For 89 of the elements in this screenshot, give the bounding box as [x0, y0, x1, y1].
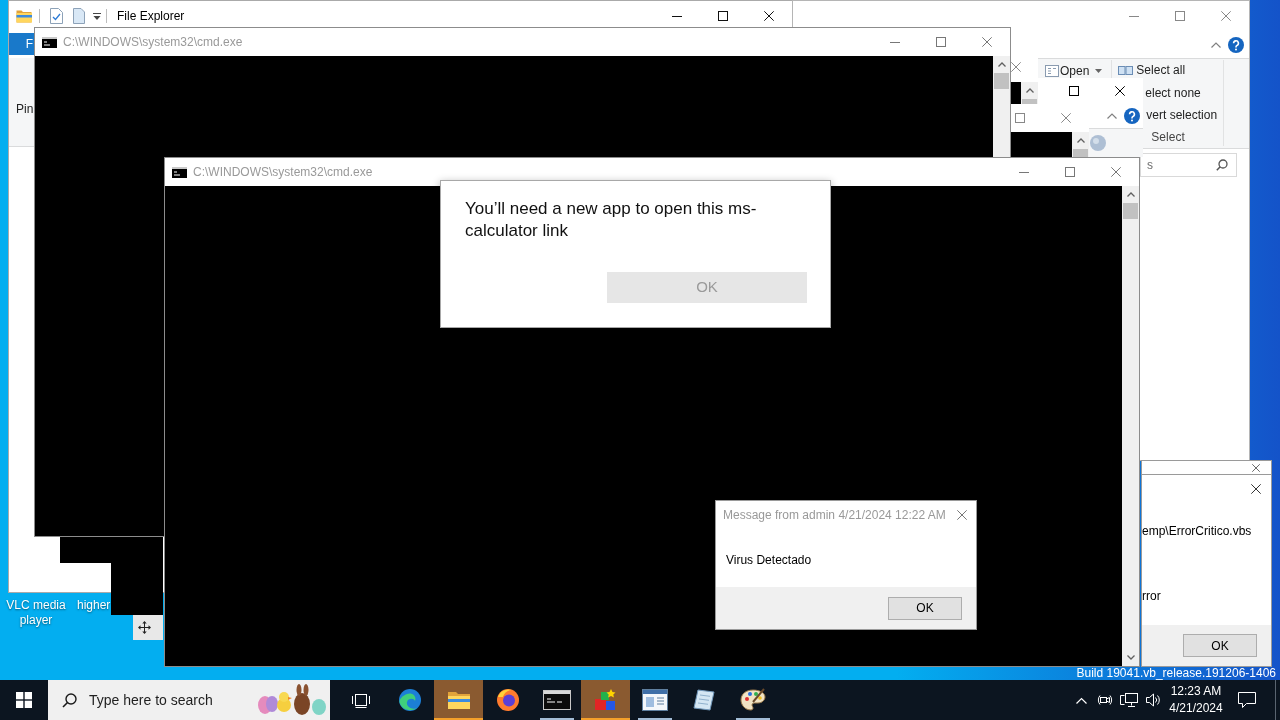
page-icon[interactable] — [73, 8, 85, 24]
window-title: C:\WINDOWS\system32\cmd.exe — [193, 164, 374, 181]
build-info-text: Build 19041.vb_release.191206-1406 — [1076, 667, 1276, 680]
camera-icon — [1097, 692, 1113, 708]
ribbon-group-label: Select — [1151, 129, 1185, 146]
window-icon — [641, 689, 668, 711]
close-icon — [957, 510, 967, 520]
search-field[interactable]: s — [1141, 155, 1216, 174]
ribbon-tab[interactable]: F — [9, 33, 34, 55]
dialog-text: rror — [1142, 589, 1162, 604]
chevron-up-icon — [1107, 113, 1117, 119]
help-button[interactable] — [1122, 106, 1142, 126]
console-area — [1011, 132, 1072, 157]
maximize-icon — [1065, 167, 1075, 177]
terminal-icon — [542, 690, 571, 710]
move-icon — [138, 621, 151, 634]
squares-icon — [1118, 65, 1134, 75]
cubes-icon — [593, 688, 618, 712]
search-box[interactable]: s — [1140, 152, 1237, 177]
dialog-message: You’ll need a new app to open this ms-calculator link — [465, 198, 758, 242]
palette-icon — [739, 688, 766, 712]
maximize-icon — [1069, 86, 1079, 96]
chevron-up-icon — [1211, 41, 1221, 48]
terminal-icon — [172, 166, 187, 178]
window-title: C:\WINDOWS\system32\cmd.exe — [63, 34, 244, 51]
chevron-up-icon — [997, 62, 1006, 67]
search-box[interactable]: Type here to search — [48, 680, 330, 720]
page-check-icon[interactable] — [50, 8, 63, 24]
maximize-icon — [936, 37, 946, 47]
chevron-down-icon — [1126, 655, 1135, 660]
maximize-icon — [1175, 11, 1185, 21]
minimize-icon — [672, 15, 682, 17]
ribbon-command[interactable]: elect none — [1145, 82, 1201, 104]
maximize-icon — [1015, 113, 1025, 123]
caret-down-icon[interactable] — [93, 12, 101, 20]
open-button[interactable]: Open — [1045, 63, 1103, 79]
dialog-message: Virus Detectado — [726, 553, 813, 567]
speaker-icon — [1145, 692, 1161, 708]
scrollbar-thumb[interactable] — [1123, 203, 1138, 219]
terminal-icon — [42, 36, 57, 48]
notification-icon — [1238, 692, 1256, 708]
minimize-icon — [1129, 15, 1139, 17]
window-title: File Explorer — [117, 8, 186, 25]
disc-icon — [1090, 135, 1106, 151]
monitor-icon — [1120, 692, 1138, 708]
folder-icon — [446, 690, 471, 710]
close-icon — [764, 11, 774, 21]
help-button[interactable] — [1226, 34, 1246, 55]
caret-down-icon — [1095, 69, 1103, 73]
minimize-icon — [1019, 171, 1029, 173]
dialog-text: emp\ErrorCritico.vbs — [1142, 524, 1253, 539]
ribbon-command[interactable]: Select all — [1118, 61, 1186, 79]
scrollbar[interactable] — [1122, 186, 1139, 666]
notepad-icon — [691, 688, 716, 712]
task-view-icon — [350, 691, 371, 709]
scrollbar[interactable] — [1021, 82, 1038, 105]
search-icon — [1216, 158, 1228, 171]
search-icon — [62, 692, 77, 708]
ribbon-command[interactable]: vert selection — [1146, 104, 1218, 126]
windows-logo-icon — [16, 692, 32, 708]
close-icon — [1251, 483, 1261, 494]
clock-date: 4/21/2024 — [1169, 700, 1223, 717]
scrollbar-thumb[interactable] — [1073, 149, 1088, 157]
chevron-up-icon — [1025, 88, 1034, 93]
scrollbar[interactable] — [1072, 132, 1089, 157]
window-title: Message from admin 4/21/2024 12:22 AM — [722, 507, 947, 524]
ok-button[interactable]: OK — [1183, 634, 1257, 657]
chevron-up-icon — [1076, 138, 1085, 143]
minimize-icon — [890, 41, 900, 43]
folder-icon — [16, 9, 32, 23]
help-icon — [1124, 108, 1140, 124]
console-area — [1011, 82, 1021, 105]
ok-button[interactable]: OK — [888, 596, 962, 620]
scrollbar[interactable] — [993, 56, 1010, 157]
close-icon — [1111, 167, 1121, 177]
globe-logo-icon — [495, 688, 520, 712]
close-button[interactable] — [1251, 463, 1261, 473]
eggs-and-bunny-icon — [256, 684, 328, 716]
close-icon — [982, 37, 992, 47]
scrollbar-thumb[interactable] — [994, 73, 1009, 89]
close-icon — [1252, 464, 1260, 472]
help-icon — [1228, 36, 1244, 53]
clock-time: 12:23 AM — [1170, 683, 1222, 700]
swirl-icon — [397, 688, 422, 712]
search-field[interactable]: Type here to search — [89, 689, 249, 711]
ribbon-command[interactable]: Pin — [16, 102, 34, 116]
chevron-up-icon — [1126, 192, 1135, 197]
chevron-up-icon — [1075, 696, 1087, 704]
maximize-icon — [718, 11, 728, 21]
